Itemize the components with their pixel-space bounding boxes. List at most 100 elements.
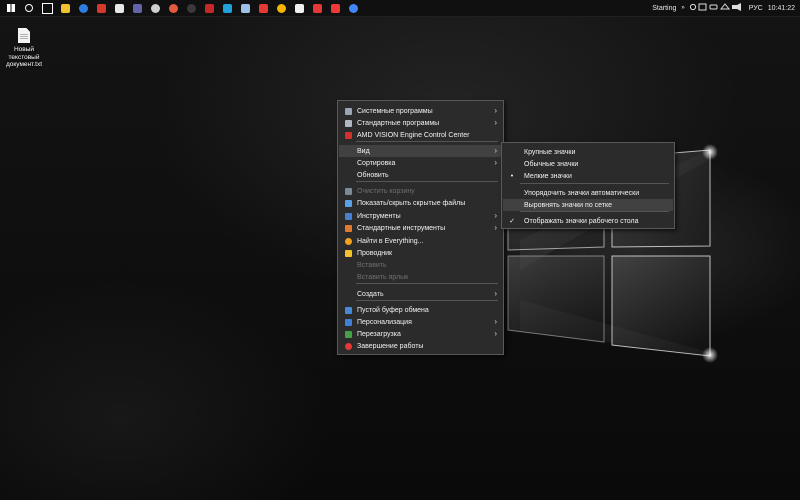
view-submenu-item-2[interactable]: • Мелкие значки xyxy=(503,170,673,182)
desktop-icon-label: Новый текстовый документ.txt xyxy=(5,46,43,68)
menu-separator xyxy=(520,183,669,184)
yandex-icon[interactable] xyxy=(308,0,326,16)
record-icon[interactable] xyxy=(182,0,200,16)
radio-dot-icon: • xyxy=(510,172,514,180)
tray-app-icons[interactable] xyxy=(689,3,744,13)
tools-icon[interactable] xyxy=(254,0,272,16)
menu-item-9[interactable]: Стандартные инструменты › xyxy=(339,222,502,234)
menu-item-14[interactable]: Создать › xyxy=(339,288,502,300)
submenu-arrow-icon: › xyxy=(494,289,497,298)
obs-icon[interactable] xyxy=(146,0,164,16)
browser-blue-icon[interactable] xyxy=(74,0,92,16)
everything-search-icon xyxy=(344,237,352,245)
media-player-icon[interactable] xyxy=(164,0,182,16)
menu-item-13: Вставить ярлык xyxy=(339,271,502,283)
teams-icon[interactable] xyxy=(128,0,146,16)
hidden-files-icon xyxy=(344,199,352,207)
recycle-bin-icon xyxy=(344,187,352,195)
submenu-arrow-icon: › xyxy=(494,158,497,167)
menu-item-label: Завершение работы xyxy=(357,342,424,350)
view-submenu-item-3[interactable]: Упорядочить значки автоматически xyxy=(503,187,673,199)
rss-icon[interactable] xyxy=(290,0,308,16)
notepad-icon[interactable] xyxy=(110,0,128,16)
menu-item-4[interactable]: Сортировка › xyxy=(339,157,502,169)
menu-item-18[interactable]: Завершение работы xyxy=(339,340,502,352)
desktop-icon-text-file[interactable]: Новый текстовый документ.txt xyxy=(4,28,44,69)
menu-separator xyxy=(356,300,498,301)
search-icon[interactable] xyxy=(20,0,38,16)
empty-mark xyxy=(508,189,516,197)
view-submenu-item-4[interactable]: Выровнять значки по сетке xyxy=(503,199,673,211)
tray-status: Starting xyxy=(652,4,677,12)
menu-item-label: Выровнять значки по сетке xyxy=(524,201,613,209)
file-explorer-icon[interactable] xyxy=(56,0,74,16)
menu-item-0[interactable]: Системные программы › xyxy=(339,105,502,117)
menu-item-2[interactable]: AMD VISION Engine Control Center xyxy=(339,129,502,141)
system-programs-icon xyxy=(344,107,352,115)
system-tray: Starting » РУС 10:41:22 xyxy=(647,0,800,16)
menu-item-label: AMD VISION Engine Control Center xyxy=(357,131,470,139)
windows-start-icon[interactable] xyxy=(2,0,20,16)
vivaldi-icon[interactable] xyxy=(326,0,344,16)
view-submenu-item-5[interactable]: ✓ Отображать значки рабочего стола xyxy=(503,215,673,227)
globe-yellow-icon[interactable] xyxy=(272,0,290,16)
language-indicator[interactable]: РУС xyxy=(749,5,763,12)
menu-item-5[interactable]: Обновить xyxy=(339,169,502,181)
edge-icon[interactable] xyxy=(218,0,236,16)
taskbar-apps xyxy=(0,0,362,16)
clipboard-icon xyxy=(344,306,352,314)
menu-item-8[interactable]: Инструменты › xyxy=(339,210,502,222)
clock[interactable]: 10:41:22 xyxy=(768,5,795,12)
menu-item-label: Вставить ярлык xyxy=(357,273,409,281)
view-submenu-item-0[interactable]: Крупные значки xyxy=(503,146,673,158)
menu-item-label: Крупные значки xyxy=(524,148,576,156)
explorer-folder-icon xyxy=(344,249,352,257)
submenu-arrow-icon: › xyxy=(494,317,497,326)
menu-item-16[interactable]: Персонализация › xyxy=(339,316,502,328)
menu-item-11[interactable]: Проводник xyxy=(339,247,502,259)
menu-item-label: Пустой буфер обмена xyxy=(357,306,429,314)
desktop-context-menu: Системные программы › Стандартные программ… xyxy=(337,100,504,355)
menu-item-label: Найти в Everything... xyxy=(357,237,424,245)
menu-item-label: Вид xyxy=(357,147,370,155)
chrome-icon[interactable] xyxy=(344,0,362,16)
task-view-icon[interactable] xyxy=(38,0,56,16)
menu-item-label: Стандартные программы xyxy=(357,119,440,127)
menu-item-label: Инструменты xyxy=(357,212,401,220)
menu-separator xyxy=(520,211,669,212)
text-file-icon xyxy=(18,28,30,43)
menu-item-7[interactable]: Показать/скрыть скрытые файлы xyxy=(339,197,502,209)
submenu-arrow-icon: › xyxy=(494,146,497,155)
personalization-icon xyxy=(344,318,352,326)
menu-item-label: Упорядочить значки автоматически xyxy=(524,189,640,197)
menu-separator xyxy=(356,283,498,284)
tray-overflow-icon[interactable]: » xyxy=(681,5,684,11)
menu-item-label: Сортировка xyxy=(357,159,396,167)
shutdown-icon xyxy=(344,342,352,350)
menu-item-label: Обновить xyxy=(357,171,389,179)
submenu-arrow-icon: › xyxy=(494,211,497,220)
network-app-icon[interactable] xyxy=(236,0,254,16)
view-submenu: Крупные значки Обычные значки • Мелкие знач… xyxy=(501,142,675,229)
menu-item-15[interactable]: Пустой буфер обмена xyxy=(339,304,502,316)
menu-item-label: Стандартные инструменты xyxy=(357,224,446,232)
menu-item-label: Проводник xyxy=(357,249,393,257)
menu-item-label: Обычные значки xyxy=(524,160,579,168)
menu-separator xyxy=(356,181,498,182)
tools-icon xyxy=(344,212,352,220)
menu-item-10[interactable]: Найти в Everything... xyxy=(339,235,502,247)
empty-mark xyxy=(508,148,516,156)
menu-item-label: Отображать значки рабочего стола xyxy=(524,217,639,225)
submenu-arrow-icon: › xyxy=(494,106,497,115)
menu-item-label: Создать xyxy=(357,290,384,298)
photos-icon[interactable] xyxy=(92,0,110,16)
menu-item-label: Перезагрузка xyxy=(357,330,401,338)
menu-item-1[interactable]: Стандартные программы › xyxy=(339,117,502,129)
submenu-arrow-icon: › xyxy=(494,118,497,127)
menu-item-17[interactable]: Перезагрузка › xyxy=(339,328,502,340)
menu-item-label: Очистить корзину xyxy=(357,187,415,195)
menu-item-3[interactable]: Вид › xyxy=(339,145,502,157)
taskbar: Starting » РУС 10:41:22 xyxy=(0,0,800,17)
red-app-icon[interactable] xyxy=(200,0,218,16)
view-submenu-item-1[interactable]: Обычные значки xyxy=(503,158,673,170)
